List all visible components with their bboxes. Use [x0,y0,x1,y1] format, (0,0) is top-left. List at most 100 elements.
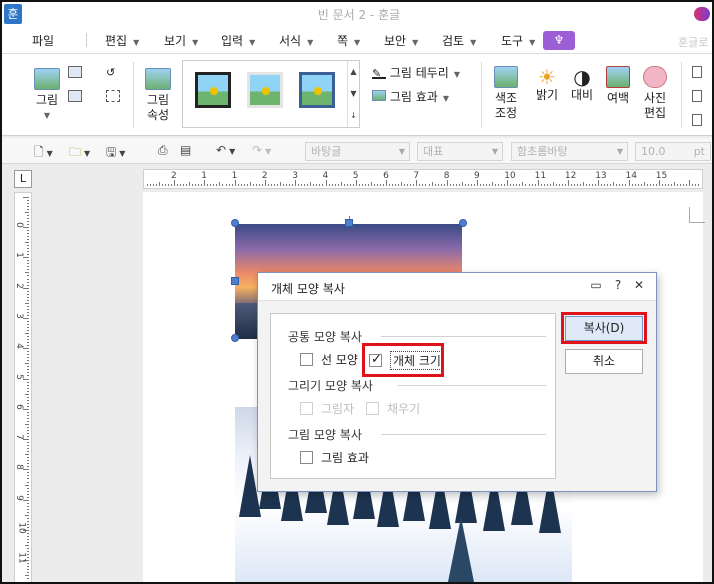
ruler-tick [27,387,29,389]
dialog-help-icon[interactable]: ? [610,278,626,292]
ruler-tick [27,517,29,519]
brightness-button[interactable]: ☀ 밝기 [532,66,562,103]
ruler-tick [27,414,29,416]
picture-effect-button[interactable]: 그림 효과 ▼ [372,88,462,105]
cancel-button[interactable]: 취소 [565,349,643,374]
ruler-tick [277,184,279,186]
ruler-tick [240,184,242,186]
menu-view[interactable]: 보기 ▼ [164,32,198,50]
checkbox-box [300,402,313,415]
ruler-number: 6 [383,171,389,181]
ruler-tick [655,184,657,186]
ruler-tick [27,578,29,580]
menu-security[interactable]: 보안 ▼ [384,32,418,50]
style-thumb-blue-frame[interactable] [299,72,335,108]
checkbox-shadow[interactable]: 그림자 [300,400,354,417]
open-folder-icon[interactable]: 🗀 ▼ [69,143,90,159]
language-select[interactable]: 대표 ▼ [417,142,503,161]
style-thumb-white-frame[interactable] [247,72,283,108]
gallery-scrollbar[interactable]: ▲ ▼ ↓ [347,61,359,127]
ruler-tick [483,184,485,186]
checkbox-fill[interactable]: 채우기 [366,400,420,417]
ruler-tick [528,184,530,186]
save-icon[interactable]: 🖫 ▼ [106,143,125,159]
ruler-tick [543,184,545,186]
ruler-tick [631,184,633,186]
ruler-tick [186,184,188,186]
plugin-tab-icon[interactable]: ♆ [543,31,575,50]
ruler-tick [27,314,29,316]
preview-icon[interactable]: ▤ [180,143,191,159]
menu-page[interactable]: 쪽 ▼ [337,32,360,50]
horizontal-ruler[interactable]: 2 1 1 2 3 4 5 6 7 8 9 10 11 12 13 14 15 [143,169,703,189]
reset-icon[interactable]: ↺ [106,66,120,79]
ruler-tick [23,257,29,259]
style-select[interactable]: 바탕글 ▼ [305,142,410,161]
resize-handle-top-left[interactable] [231,219,239,227]
photo-edit-button[interactable]: 사진 편집 [639,66,671,121]
dialog-comment-icon[interactable]: ▭ [588,278,604,292]
menu-review[interactable]: 검토 ▼ [442,32,476,50]
photo-edit-icon [643,66,667,88]
margin-button[interactable]: 여백 [603,66,633,106]
checkbox-box [300,353,313,366]
checkbox-line-shape[interactable]: 선 모양 [300,351,358,368]
ruler-number: 10 [16,522,27,534]
section-picture-title: 그림 모양 복사 [288,428,362,442]
font-size-input[interactable]: 10.0 pt [635,142,711,161]
menu-file[interactable]: 파일 [32,32,54,50]
resize-handle-bottom-left[interactable] [231,334,239,342]
style-thumb-black-frame[interactable] [195,72,231,108]
new-document-icon[interactable]: 🗋 ▼ [34,143,53,159]
picture-border-button[interactable]: ✎ 그림 테두리 ▼ [372,64,462,81]
resize-handle-left[interactable] [231,277,239,285]
vertical-ruler[interactable]: 0 1 2 3 4 5 6 7 8 9 10 11 [14,192,32,582]
color-adjust-button[interactable]: 색조 조정 [489,66,523,121]
ruler-tick [25,484,29,486]
ruler-tick [195,184,197,186]
ruler-tick [23,196,29,198]
print-icon[interactable]: ⎙ [158,143,168,159]
arrange-icon[interactable] [692,90,702,102]
redo-icon[interactable]: ↷ ▼ [252,143,271,159]
ruler-tick [180,184,182,186]
menu-edit[interactable]: 편집 ▼ [105,32,139,50]
resize-handle-top[interactable] [345,219,353,227]
picture-replace-icon[interactable] [68,66,82,78]
ruler-tick [27,284,29,286]
ruler-tick [25,423,29,425]
account-badge-icon[interactable] [694,7,710,21]
contrast-button[interactable]: ◑ 대비 [568,66,596,103]
ruler-tick [27,223,29,225]
ruler-tick [486,184,488,186]
undo-icon[interactable]: ↶ ▼ [216,143,235,159]
align-icon[interactable] [692,66,702,78]
group-icon[interactable] [692,114,702,126]
ruler-tick [283,184,285,186]
menu-tools[interactable]: 도구 ▼ [501,32,535,50]
menu-format[interactable]: 서식 ▼ [279,32,313,50]
ruler-tick [27,417,29,419]
ruler-tick [410,184,412,186]
checkbox-picture-effect[interactable]: 그림 효과 [300,449,369,466]
ruler-tick [337,184,339,186]
ruler-tick [649,184,651,186]
crop-icon[interactable] [106,90,120,102]
ruler-tick [27,496,29,498]
picture-properties-button[interactable]: 그림 속성 [142,68,174,123]
ruler-tick [680,184,681,186]
ruler-tick [27,508,29,510]
ruler-tab-selector[interactable]: L [14,170,32,188]
ruler-tick [401,182,403,186]
ruler-tick [540,184,542,186]
ruler-tick [304,184,306,186]
resize-handle-top-right[interactable] [459,219,467,227]
font-select[interactable]: 함초롬바탕 ▼ [511,142,628,161]
ruler-tick [27,536,29,538]
ruler-tick [625,184,627,186]
dialog-close-icon[interactable]: ✕ [631,278,647,292]
picture-group-icon[interactable] [68,90,82,102]
ruler-tick [301,184,303,186]
menu-insert[interactable]: 입력 ▼ [221,32,255,50]
insert-picture-button[interactable]: 그림 ▼ [32,68,62,123]
